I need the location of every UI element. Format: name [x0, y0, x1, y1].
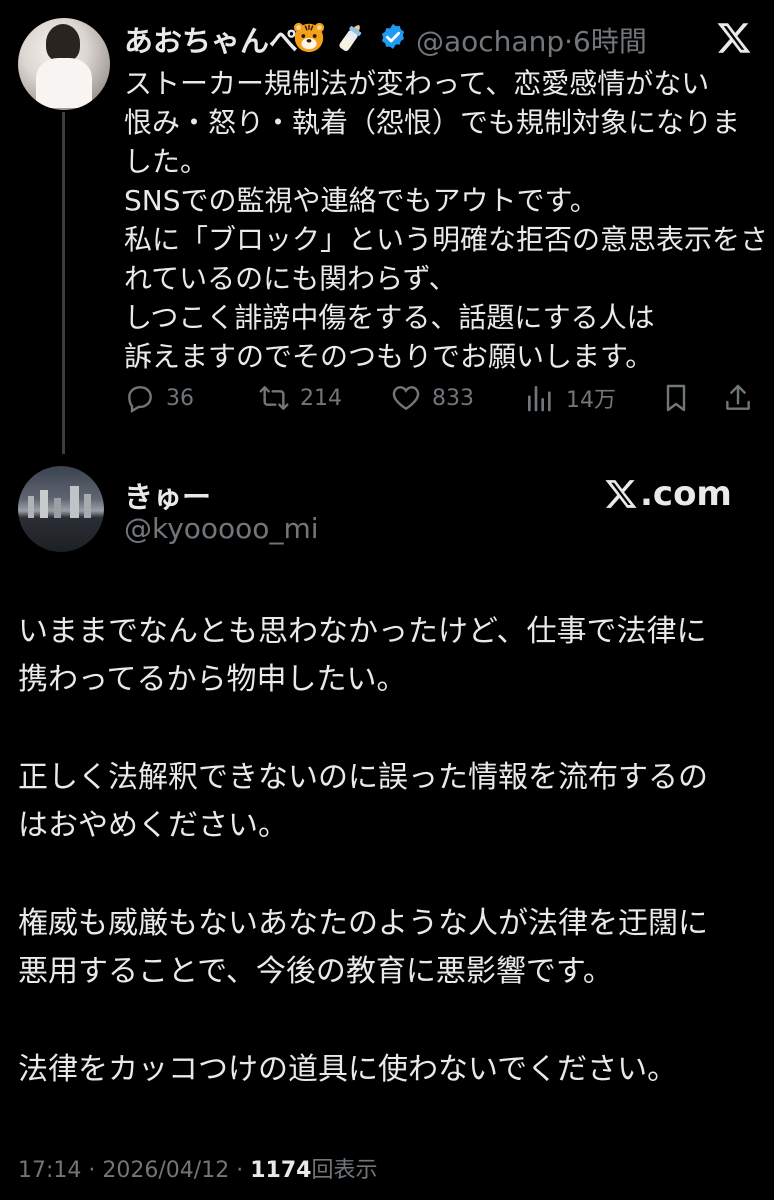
retweet-button[interactable]: 214: [258, 378, 342, 418]
handle[interactable]: @kyooooo_mi: [124, 512, 319, 545]
heart-icon: [392, 386, 420, 411]
baby-bottle-emoji: [339, 25, 362, 51]
tiger-face-emoji: [293, 22, 325, 53]
share-icon: [726, 384, 750, 410]
avatar-aochanp[interactable]: [18, 18, 110, 110]
text-line: いままでなんとも思わなかったけど、仕事で法律に: [18, 614, 707, 649]
avatar-kyooooo-mi[interactable]: [18, 466, 104, 552]
display-name[interactable]: あおちゃんぺ: [124, 18, 298, 60]
view-count: 1174: [250, 1158, 312, 1183]
tweet-text-line: した。: [124, 145, 209, 178]
quote-text: いままでなんとも思わなかったけど、仕事で法律に 携わってるから物申したい。 正し…: [18, 608, 758, 1144]
like-count: 833: [432, 385, 474, 411]
reply-count: 36: [166, 385, 194, 411]
text-line: 悪用することで、今後の教育に悪影響です。: [18, 954, 613, 989]
separator: ·: [88, 1158, 96, 1183]
tweet-text-line: しつこく誹謗中傷をする、話題にする人は: [124, 301, 655, 334]
tweet-text-line: れているのにも関わらず、: [124, 262, 457, 295]
bookmark-icon: [666, 384, 686, 412]
tweet-metadata: 17:14 · 2026/04/12 · 1174回表示: [18, 1152, 377, 1184]
text-line: はおやめください。: [18, 808, 288, 843]
post-date[interactable]: 2026/04/12: [102, 1158, 229, 1183]
x-logo-icon: [717, 23, 751, 53]
paragraph: いままでなんとも思わなかったけど、仕事で法律に 携わってるから物申したい。: [18, 608, 758, 704]
retweet-count: 214: [300, 385, 342, 411]
tweet-text-line: ストーカー規制法が変わって、恋愛感情がない: [124, 67, 710, 100]
tweet-text-line: 訴えますのでそのつもりでお願いします。: [124, 340, 654, 373]
view-label: 回表示: [311, 1158, 378, 1183]
paragraph: 正しく法解釈できないのに誤った情報を流布するの はおやめください。: [18, 754, 758, 850]
text-line: 携わってるから物申したい。: [18, 662, 407, 697]
share-button[interactable]: [722, 378, 764, 418]
reply-button[interactable]: 36: [124, 378, 194, 418]
site-label: .com: [640, 474, 732, 514]
separator: ·: [236, 1158, 244, 1183]
tweet-text-line: 恨み・怒り・執着（怨恨）でも規制対象になりま: [124, 106, 741, 139]
bookmark-button[interactable]: [660, 378, 702, 418]
paragraph: 権威も威厳もないあなたのような人が法律を迂闊に 悪用することで、今後の教育に悪影…: [18, 900, 758, 996]
post-time[interactable]: 17:14: [18, 1158, 81, 1183]
analytics-bar-icon: [528, 386, 551, 412]
like-button[interactable]: 833: [390, 378, 474, 418]
tweet-text: ストーカー規制法が変わって、恋愛感情がない 恨み・怒り・執着（怨恨）でも規制対象…: [124, 64, 769, 376]
text-line: 権威も威厳もないあなたのような人が法律を迂闊に: [18, 906, 708, 941]
text-line: 正しく法解釈できないのに誤った情報を流布するの: [18, 760, 708, 795]
tweet-text-line: 私に「ブロック」という明確な拒否の意思表示をさ: [124, 223, 769, 256]
views-button[interactable]: 14万: [524, 378, 616, 418]
handle: @aochanp: [416, 25, 565, 58]
verified-badge-icon: [382, 23, 404, 49]
paragraph: 法律をカッコつけの道具に使わないでください。: [18, 1046, 758, 1094]
separator: ·: [564, 25, 574, 58]
tweet-text-line: SNSでの監視や連絡でもアウトです。: [124, 184, 598, 217]
text-line: 法律をカッコつけの道具に使わないでください。: [18, 1052, 678, 1087]
tweet-actions: 36 214 833 14万: [124, 378, 764, 418]
x-com-watermark: .com: [604, 474, 732, 514]
x-logo-icon: [605, 480, 637, 508]
retweet-icon: [259, 386, 289, 410]
view-count: 14万: [566, 388, 616, 413]
display-name[interactable]: きゅー: [124, 474, 211, 516]
reply-icon: [128, 386, 152, 414]
thread-connector-line: [62, 112, 65, 454]
time-ago: 6時間: [573, 25, 647, 58]
handle-and-time[interactable]: @aochanp·6時間: [416, 20, 647, 60]
